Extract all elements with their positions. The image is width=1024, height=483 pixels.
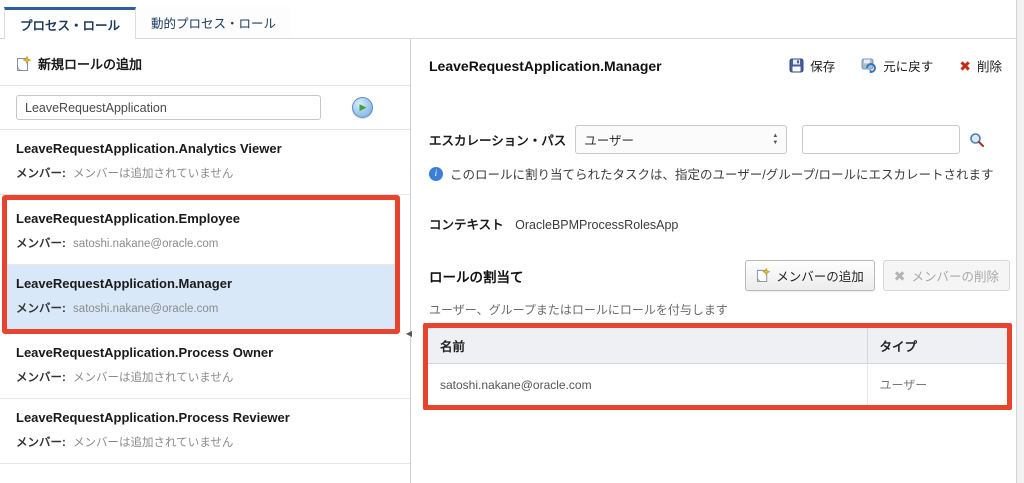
save-button[interactable]: 保存 bbox=[789, 56, 835, 75]
role-item-process-reviewer[interactable]: LeaveRequestApplication.Process Reviewer… bbox=[0, 399, 410, 464]
role-list-panel: 新規ロールの追加 ▶ LeaveRequestApplication.Analy… bbox=[0, 39, 411, 483]
member-label: メンバー: bbox=[16, 168, 66, 180]
role-item-process-owner[interactable]: LeaveRequestApplication.Process Owner メン… bbox=[0, 334, 410, 399]
member-label: メンバー: bbox=[16, 303, 66, 315]
search-magnifier-button[interactable] bbox=[969, 132, 985, 148]
escalation-info-row: i このロールに割り当てられたタスクは、指定のユーザー/グループ/ロールにエスカ… bbox=[429, 164, 1012, 183]
detail-toolbar: 保存 元に戻す ✖ 削除 bbox=[789, 56, 1002, 75]
add-role-button[interactable]: 新規ロールの追加 bbox=[0, 39, 410, 85]
escalation-row: エスカレーション・パス ユーザー ▲ ▼ bbox=[429, 125, 1012, 154]
play-icon: ▶ bbox=[360, 103, 367, 112]
tab-dynamic-process-roles[interactable]: 動的プロセス・ロール bbox=[136, 7, 291, 38]
collapse-left-icon: ◀ bbox=[406, 329, 412, 338]
member-row[interactable]: satoshi.nakane@oracle.com ユーザー bbox=[428, 364, 1007, 406]
bpm-process-roles-page: プロセス・ロール 動的プロセス・ロール 新規ロールの追加 ▶ bbox=[0, 0, 1017, 483]
members-table-header-row: 名前 タイプ bbox=[428, 328, 1007, 364]
add-member-button[interactable]: メンバーの追加 bbox=[745, 260, 875, 291]
column-header-type[interactable]: タイプ bbox=[867, 328, 1007, 364]
stepper-up-icon: ▲ bbox=[772, 133, 778, 140]
highlight-box-roles: LeaveRequestApplication.Employee メンバー: s… bbox=[2, 195, 400, 334]
member-line: メンバー: メンバーは追加されていません bbox=[16, 434, 394, 450]
escalation-target-input[interactable] bbox=[802, 125, 960, 154]
role-search-row: ▶ bbox=[0, 86, 410, 129]
role-list: LeaveRequestApplication.Analytics Viewer… bbox=[0, 130, 410, 464]
magnifier-icon bbox=[969, 132, 985, 148]
detail-title: LeaveRequestApplication.Manager bbox=[429, 58, 662, 74]
role-item-employee[interactable]: LeaveRequestApplication.Employee メンバー: s… bbox=[7, 200, 395, 265]
role-name: LeaveRequestApplication.Process Reviewer bbox=[16, 410, 394, 425]
stepper-down-icon: ▼ bbox=[772, 140, 778, 147]
member-value: メンバーは追加されていません bbox=[73, 372, 233, 384]
member-type-cell: ユーザー bbox=[867, 364, 1007, 406]
member-line: メンバー: メンバーは追加されていません bbox=[16, 165, 394, 181]
delete-button[interactable]: ✖ 削除 bbox=[959, 56, 1002, 75]
main-area: 新規ロールの追加 ▶ LeaveRequestApplication.Analy… bbox=[0, 39, 1016, 483]
role-search-input[interactable] bbox=[16, 95, 321, 120]
role-item-manager-selected[interactable]: LeaveRequestApplication.Manager メンバー: sa… bbox=[7, 265, 395, 329]
member-value: メンバーは追加されていません bbox=[73, 437, 233, 449]
context-value: OracleBPMProcessRolesApp bbox=[515, 218, 678, 232]
role-name: LeaveRequestApplication.Employee bbox=[16, 211, 386, 226]
role-name: LeaveRequestApplication.Process Owner bbox=[16, 345, 394, 360]
context-row: コンテキスト OracleBPMProcessRolesApp bbox=[429, 214, 1012, 233]
column-header-name[interactable]: 名前 bbox=[428, 328, 867, 364]
role-name: LeaveRequestApplication.Analytics Viewer bbox=[16, 141, 394, 156]
tab-process-roles-label: プロセス・ロール bbox=[20, 15, 120, 34]
member-name-cell: satoshi.nakane@oracle.com bbox=[428, 364, 867, 406]
select-value: ユーザー bbox=[584, 130, 634, 149]
member-value: satoshi.nakane@oracle.com bbox=[73, 238, 218, 250]
escalation-info-text: このロールに割り当てられたタスクは、指定のユーザー/グループ/ロールにエスカレー… bbox=[450, 164, 993, 183]
context-label: コンテキスト bbox=[429, 218, 504, 232]
member-value: satoshi.nakane@oracle.com bbox=[73, 303, 218, 315]
note-star-icon bbox=[756, 268, 770, 283]
info-icon: i bbox=[429, 167, 443, 181]
remove-member-button-disabled[interactable]: ✖ メンバーの削除 bbox=[883, 260, 1010, 291]
save-label: 保存 bbox=[810, 56, 835, 75]
detail-title-row: LeaveRequestApplication.Manager 保存 bbox=[429, 39, 1012, 75]
member-line: メンバー: satoshi.nakane@oracle.com bbox=[16, 300, 386, 316]
delete-label: 削除 bbox=[977, 56, 1002, 75]
add-member-label: メンバーの追加 bbox=[776, 266, 864, 285]
member-line: メンバー: メンバーは追加されていません bbox=[16, 369, 394, 385]
assignment-buttons: メンバーの追加 ✖ メンバーの削除 bbox=[745, 260, 1010, 291]
add-role-label: 新規ロールの追加 bbox=[38, 54, 142, 73]
tab-dynamic-process-roles-label: 動的プロセス・ロール bbox=[151, 13, 276, 32]
member-line: メンバー: satoshi.nakane@oracle.com bbox=[16, 235, 386, 251]
floppy-disk-icon bbox=[789, 58, 804, 73]
note-star-icon bbox=[16, 56, 31, 72]
revert-button[interactable]: 元に戻す bbox=[861, 56, 933, 75]
tab-bar: プロセス・ロール 動的プロセス・ロール bbox=[0, 0, 1016, 39]
member-value: メンバーは追加されていません bbox=[73, 168, 233, 180]
members-table: 名前 タイプ satoshi.nakane@oracle.com ユーザー bbox=[428, 328, 1007, 405]
panel-splitter-collapse[interactable]: ◀ bbox=[406, 330, 412, 338]
remove-member-label: メンバーの削除 bbox=[911, 266, 999, 285]
escalation-label: エスカレーション・パス bbox=[429, 130, 566, 149]
member-label: メンバー: bbox=[16, 238, 66, 250]
revert-label: 元に戻す bbox=[883, 56, 933, 75]
role-name: LeaveRequestApplication.Manager bbox=[16, 276, 386, 291]
assignment-hint: ユーザー、グループまたはロールにロールを付与します bbox=[429, 301, 1012, 318]
select-stepper-icon: ▲ ▼ bbox=[772, 133, 778, 146]
highlight-box-members-table: 名前 タイプ satoshi.nakane@oracle.com ユーザー bbox=[423, 323, 1012, 410]
escalation-type-select[interactable]: ユーザー ▲ ▼ bbox=[575, 125, 787, 154]
role-item-analytics-viewer[interactable]: LeaveRequestApplication.Analytics Viewer… bbox=[0, 130, 410, 195]
revert-icon bbox=[861, 58, 877, 73]
member-label: メンバー: bbox=[16, 372, 66, 384]
search-go-button[interactable]: ▶ bbox=[352, 97, 373, 118]
remove-x-icon: ✖ bbox=[894, 269, 906, 283]
member-label: メンバー: bbox=[16, 437, 66, 449]
tab-process-roles[interactable]: プロセス・ロール bbox=[4, 7, 136, 39]
role-detail-panel: LeaveRequestApplication.Manager 保存 bbox=[411, 39, 1016, 483]
delete-x-icon: ✖ bbox=[959, 59, 971, 73]
assignment-title: ロールの割当て bbox=[429, 266, 524, 286]
assignment-header: ロールの割当て メンバーの追加 ✖ メンバーの削除 bbox=[429, 260, 1012, 291]
